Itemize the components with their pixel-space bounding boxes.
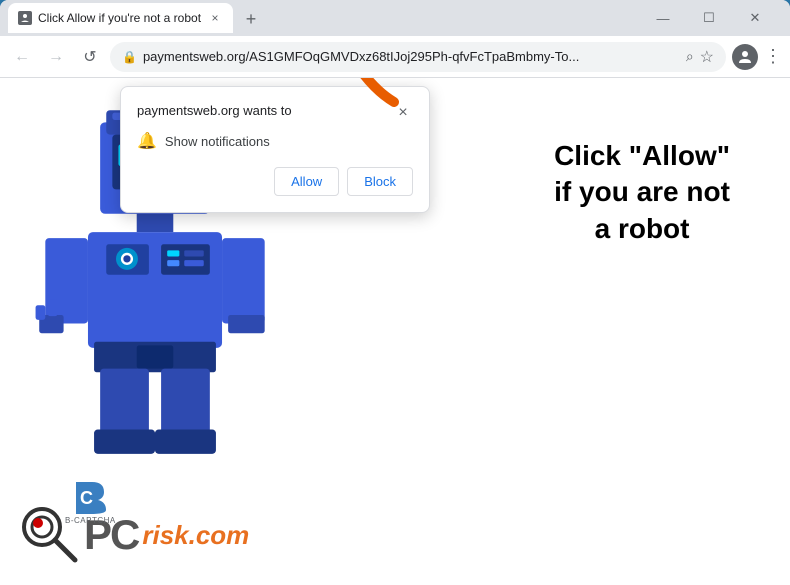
bell-icon: 🔔 [137,131,157,151]
svg-text:C: C [80,488,93,508]
back-button[interactable]: ← [8,43,36,71]
tab-strip: Click Allow if you're not a robot × + [8,3,632,33]
risk-text: risk.com [142,520,249,551]
maximize-button[interactable]: ☐ [686,2,732,34]
popup-notification-text: Show notifications [165,134,270,149]
lock-icon: 🔒 [122,50,137,64]
tab-title: Click Allow if you're not a robot [38,11,201,25]
click-allow-text: Click "Allow" if you are not a robot [554,138,730,247]
title-bar: Click Allow if you're not a robot × + — … [0,0,790,36]
forward-button[interactable]: → [42,43,70,71]
profile-button[interactable] [732,44,758,70]
address-text: paymentsweb.org/AS1GMFOqGMVDxz68tIJoj295… [143,49,680,64]
minimize-button[interactable]: — [640,2,686,34]
block-button[interactable]: Block [347,167,413,196]
click-allow-line1: Click "Allow" [554,138,730,174]
popup-notification-row: 🔔 Show notifications [137,131,413,151]
popup-buttons: Allow Block [137,167,413,196]
allow-button[interactable]: Allow [274,167,339,196]
tab-favicon [18,11,32,25]
notification-popup: paymentsweb.org wants to × 🔔 Show notifi… [120,86,430,213]
bottom-logos: PC risk.com [20,505,249,565]
new-tab-button[interactable]: + [237,5,265,33]
reload-button[interactable]: ↺ [76,43,104,71]
captcha-logo-area: PC risk.com [20,505,249,565]
click-allow-line3: a robot [554,211,730,247]
page-background: Click "Allow" if you are not a robot [0,78,790,585]
window-controls: — ☐ ✕ [636,0,782,36]
page-content: Click "Allow" if you are not a robot [0,78,790,585]
search-icon: ⌕ [686,48,694,65]
tab-close-button[interactable]: × [207,10,223,26]
active-tab[interactable]: Click Allow if you're not a robot × [8,3,233,33]
orange-arrow [329,78,409,112]
bcaptcha-icon: C [72,478,108,514]
browser-window: Click Allow if you're not a robot × + — … [0,0,790,585]
popup-title: paymentsweb.org wants to [137,103,292,118]
bcaptcha-logo: C B-CAPTCHA [65,478,116,525]
address-bar[interactable]: 🔒 paymentsweb.org/AS1GMFOqGMVDxz68tIJoj2… [110,42,726,72]
close-button[interactable]: ✕ [732,2,778,34]
toolbar: ← → ↺ 🔒 paymentsweb.org/AS1GMFOqGMVDxz68… [0,36,790,78]
bcaptcha-label: B-CAPTCHA [65,516,116,525]
menu-button[interactable]: ⋮ [764,46,782,67]
click-allow-line2: if you are not [554,174,730,210]
bookmark-icon[interactable]: ☆ [700,47,714,67]
